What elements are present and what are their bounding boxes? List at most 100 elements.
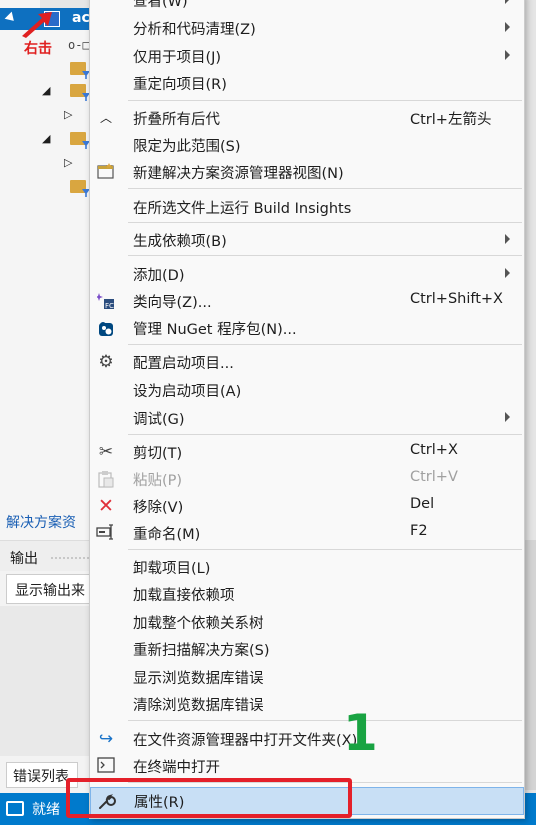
remove-icon: ✕ [98, 495, 114, 517]
menu-item-analyze[interactable]: 分析和代码清理(Z) [90, 15, 524, 41]
red-arrow-annotation-icon [22, 12, 52, 38]
submenu-arrow-icon [505, 268, 510, 278]
menu-separator [128, 188, 522, 189]
menu-item-rescan[interactable]: 重新扫描解决方案(S) [90, 636, 524, 662]
menu-item-new-view[interactable]: 新建解决方案资源管理器视图(N) [90, 159, 524, 185]
menu-item-label: 类向导(Z)... [133, 295, 212, 311]
menu-item-label: 加载直接依赖项 [133, 588, 235, 604]
menu-item-build-insights[interactable]: 在所选文件上运行 Build Insights [90, 194, 524, 220]
menu-item-label: 配置启动项目... [133, 356, 234, 372]
menu-item-label: 设为启动项目(A) [133, 384, 242, 400]
menu-item-debug[interactable]: 调试(G) [90, 405, 524, 431]
menu-item-cut[interactable]: ✂ 剪切(T) Ctrl+X [90, 439, 524, 465]
solution-explorer-tree: ac 右击 o-□ ◢ ▷ ◢ ▷ [0, 0, 92, 540]
menu-item-label: 移除(V) [133, 500, 184, 516]
menu-item-show-db-errors[interactable]: 显示浏览数据库错误 [90, 664, 524, 690]
menu-item-unload[interactable]: 卸载项目(L) [90, 554, 524, 580]
collapse-icon: ︿ [99, 111, 112, 125]
expand-arrow-icon[interactable] [4, 11, 18, 25]
menu-item-nuget[interactable]: 管理 NuGet 程序包(N)... [90, 315, 524, 341]
menu-separator [128, 434, 522, 435]
menu-item-collapse-all[interactable]: ︿ 折叠所有后代 Ctrl+左箭头 [90, 105, 524, 131]
red-highlight-box [66, 778, 352, 818]
menu-item-label: 仅用于项目(J) [133, 50, 222, 66]
menu-item-view[interactable]: 查看(W) [90, 0, 524, 13]
expand-toggle-icon[interactable]: ▷ [64, 108, 72, 121]
menu-item-label: 调试(G) [133, 412, 185, 428]
menu-item-shortcut: F2 [410, 523, 428, 539]
menu-item-clear-db-errors[interactable]: 清除浏览数据库错误 [90, 691, 524, 717]
context-menu: 查看(W) 分析和代码清理(Z) 仅用于项目(J) 重定向项目(R) ︿ 折叠所… [89, 0, 525, 819]
menu-item-shortcut: Ctrl+左箭头 [410, 112, 492, 128]
menu-item-load-dep-tree[interactable]: 加载整个依赖关系树 [90, 609, 524, 635]
drag-grip[interactable] [50, 556, 90, 560]
menu-item-label: 管理 NuGet 程序包(N)... [133, 322, 297, 338]
tab-solution-explorer[interactable]: 解决方案资 [6, 512, 76, 532]
folder-filter-icon [70, 84, 86, 97]
menu-separator [128, 222, 522, 223]
output-source-label: 显示输出来 [15, 583, 85, 599]
menu-item-label: 在文件资源管理器中打开文件夹(X) [133, 733, 358, 749]
menu-item-add[interactable]: 添加(D) [90, 261, 524, 287]
menu-item-retarget[interactable]: 重定向项目(R) [90, 70, 524, 96]
menu-item-paste[interactable]: 粘贴(P) Ctrl+V [90, 466, 524, 492]
menu-item-label: 在终端中打开 [133, 760, 220, 776]
menu-item-remove[interactable]: ✕ 移除(V) Del [90, 493, 524, 519]
menu-item-project-only[interactable]: 仅用于项目(J) [90, 43, 524, 69]
menu-item-label: 粘贴(P) [133, 473, 183, 489]
menu-item-label: 显示浏览数据库错误 [133, 671, 264, 687]
menu-item-open-in-explorer[interactable]: ↪ 在文件资源管理器中打开文件夹(X) [90, 726, 524, 752]
menu-item-label: 清除浏览数据库错误 [133, 698, 264, 714]
nuget-icon [96, 319, 116, 337]
folder-filter-icon [70, 180, 86, 193]
submenu-arrow-icon [505, 0, 510, 4]
menu-item-set-startup[interactable]: 设为启动项目(A) [90, 377, 524, 403]
error-list-label: 错误列表 [13, 769, 69, 785]
menu-item-configure-startup[interactable]: ⚙ 配置启动项目... [90, 349, 524, 375]
menu-separator [128, 720, 522, 721]
menu-item-shortcut: Ctrl+Shift+X [410, 291, 503, 307]
new-view-icon [96, 163, 116, 181]
open-folder-icon: ↪ [98, 729, 114, 749]
rename-icon [96, 524, 116, 542]
menu-item-label: 在所选文件上运行 Build Insights [133, 201, 352, 217]
menu-separator [128, 549, 522, 550]
output-panel-title: 输出 [10, 551, 38, 567]
output-text-area[interactable] [0, 606, 92, 756]
menu-item-scope[interactable]: 限定为此范围(S) [90, 132, 524, 158]
folder-filter-icon [70, 132, 86, 145]
menu-item-label: 生成依赖项(B) [133, 234, 227, 250]
references-icon: o-□ [68, 38, 90, 52]
tree-top-row [40, 0, 92, 8]
collapse-toggle-icon[interactable]: ◢ [42, 84, 50, 97]
menu-item-label: 剪切(T) [133, 446, 183, 462]
gear-icon: ⚙ [98, 352, 114, 372]
menu-item-open-terminal[interactable]: 在终端中打开 [90, 753, 524, 779]
output-source-dropdown[interactable]: 显示输出来 [6, 574, 94, 604]
menu-separator [128, 100, 522, 101]
menu-item-label: 重命名(M) [133, 527, 201, 543]
status-ready-icon [6, 801, 24, 816]
expand-toggle-icon[interactable]: ▷ [64, 156, 72, 169]
submenu-arrow-icon [505, 50, 510, 60]
menu-item-label: 新建解决方案资源管理器视图(N) [133, 166, 344, 182]
submenu-arrow-icon [505, 234, 510, 244]
menu-item-build-deps[interactable]: 生成依赖项(B) [90, 227, 524, 253]
submenu-arrow-icon [505, 22, 510, 32]
menu-item-label: 卸载项目(L) [133, 561, 211, 577]
menu-item-class-wizard[interactable]: FC 类向导(Z)... Ctrl+Shift+X [90, 288, 524, 314]
status-text: 就绪 [32, 802, 60, 818]
menu-item-shortcut: Del [410, 496, 435, 512]
menu-item-shortcut: Ctrl+X [410, 442, 458, 458]
menu-item-label: 折叠所有后代 [133, 112, 220, 128]
menu-item-label: 重定向项目(R) [133, 77, 227, 93]
folder-filter-icon [70, 62, 86, 75]
menu-item-label: 分析和代码清理(Z) [133, 22, 256, 38]
menu-item-load-direct-deps[interactable]: 加载直接依赖项 [90, 581, 524, 607]
menu-item-label: 重新扫描解决方案(S) [133, 643, 270, 659]
menu-item-rename[interactable]: 重命名(M) F2 [90, 520, 524, 546]
class-wizard-icon: FC [96, 292, 116, 310]
menu-item-label: 加载整个依赖关系树 [133, 616, 264, 632]
menu-item-shortcut: Ctrl+V [410, 469, 458, 485]
collapse-toggle-icon[interactable]: ◢ [42, 132, 50, 145]
